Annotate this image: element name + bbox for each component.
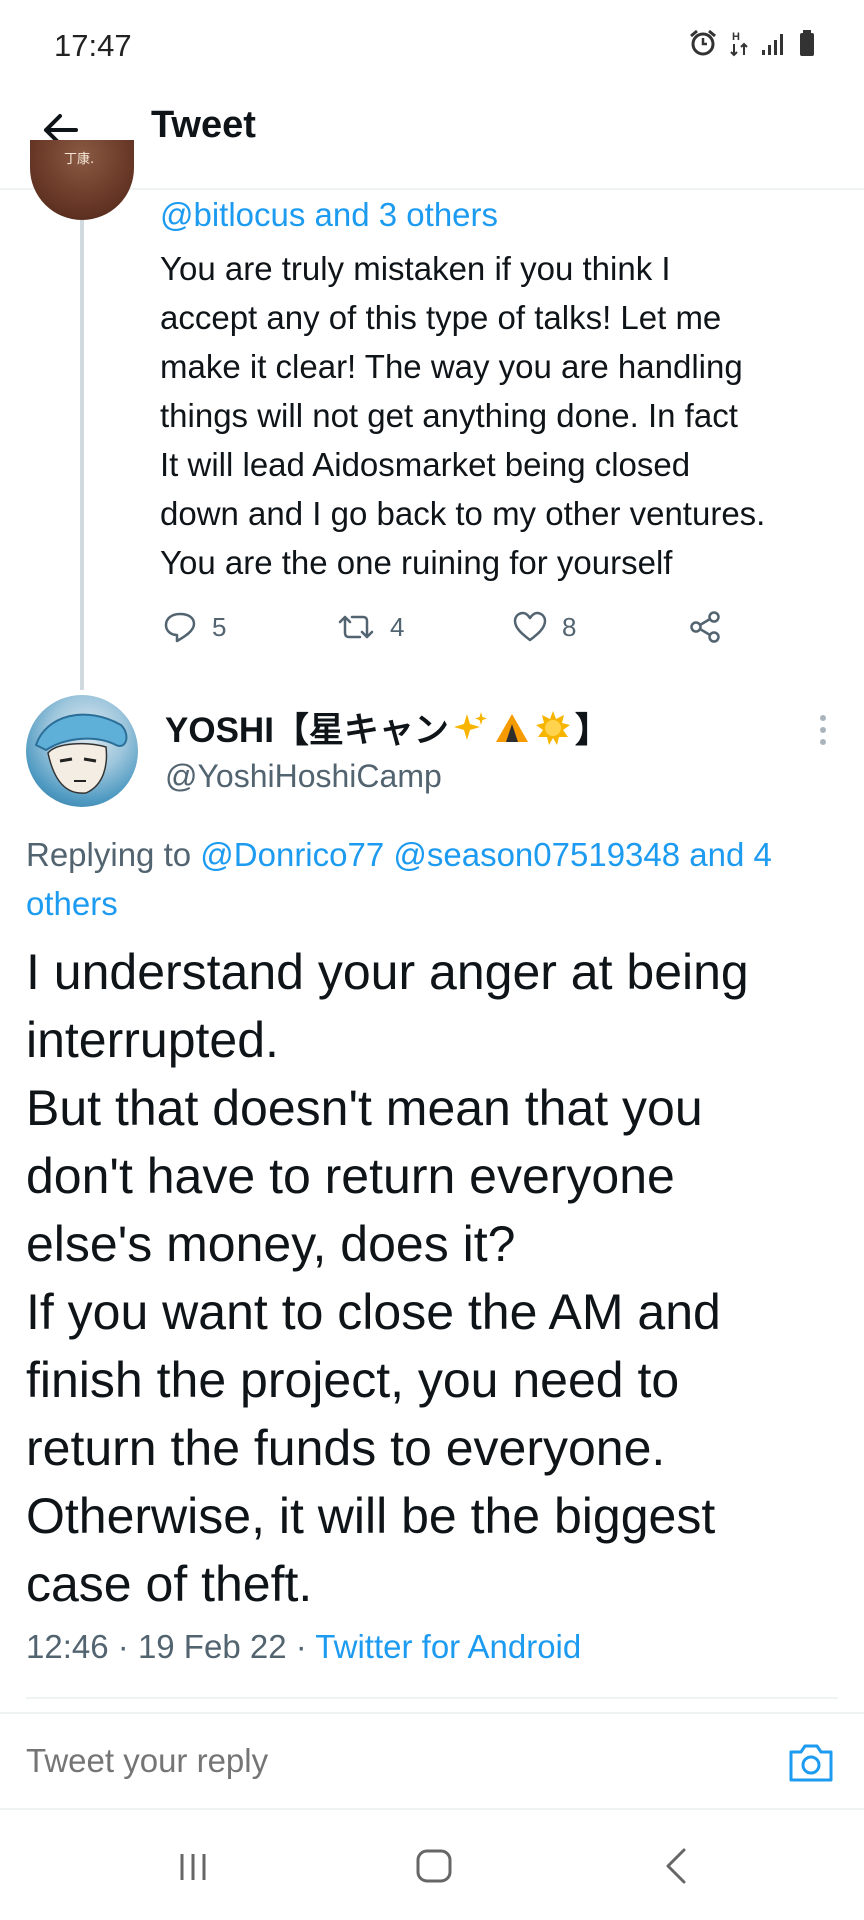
avatar-illustration bbox=[34, 713, 128, 794]
more-options-button[interactable] bbox=[808, 708, 838, 752]
svg-text:H: H bbox=[732, 31, 740, 43]
nav-back-button[interactable] bbox=[662, 1846, 690, 1886]
camera-icon bbox=[789, 1744, 833, 1782]
reply-button[interactable]: 5 bbox=[162, 605, 226, 649]
author-name-end: 】 bbox=[574, 711, 610, 750]
tweet-meta: 12:46 · 19 Feb 22 · Twitter for Android bbox=[26, 1628, 581, 1666]
meta-separator: · bbox=[117, 1628, 138, 1665]
reply-count: 5 bbox=[212, 611, 227, 642]
avatar-text: 丁康. bbox=[64, 152, 95, 167]
tweet-time: 12:46 bbox=[26, 1628, 109, 1665]
data-transfer-icon: H bbox=[730, 31, 748, 57]
signal-icon bbox=[762, 34, 783, 55]
meta-separator: · bbox=[295, 1628, 316, 1665]
tweet-reply-input[interactable] bbox=[26, 1742, 626, 1780]
tweet-date: 19 Feb 22 bbox=[137, 1628, 287, 1665]
replying-prefix: Replying to bbox=[26, 836, 192, 873]
retweet-button[interactable]: 4 bbox=[336, 605, 404, 649]
author-avatar[interactable] bbox=[26, 695, 138, 807]
camera-button[interactable] bbox=[786, 1740, 836, 1784]
home-icon bbox=[416, 1849, 452, 1883]
alarm-icon bbox=[690, 29, 716, 56]
status-time: 17:47 bbox=[54, 28, 132, 63]
share-button[interactable] bbox=[688, 605, 724, 649]
author-handle[interactable]: @YoshiHoshiCamp bbox=[165, 758, 442, 795]
retweet-icon bbox=[338, 615, 374, 639]
tweet-source[interactable]: Twitter for Android bbox=[315, 1628, 581, 1665]
thread-line bbox=[80, 220, 84, 690]
retweet-count: 4 bbox=[390, 611, 405, 642]
reply-icon bbox=[164, 612, 196, 643]
battery-icon bbox=[800, 30, 814, 56]
replying-to: Replying to @Donrico77 @season07519348 a… bbox=[26, 830, 846, 928]
prev-tweet-mentions[interactable]: @bitlocus and 3 others bbox=[160, 196, 498, 234]
sparkles-emoji bbox=[453, 711, 487, 740]
recents-icon bbox=[180, 1854, 206, 1880]
recents-button[interactable] bbox=[176, 1850, 210, 1884]
more-icon bbox=[820, 715, 826, 745]
prev-tweet-avatar[interactable]: 丁康. bbox=[30, 140, 134, 220]
tent-emoji bbox=[495, 713, 528, 742]
author-name-text: YOSHI【星キャン bbox=[165, 711, 449, 750]
like-icon bbox=[513, 611, 547, 642]
status-bar: 17:47 H bbox=[0, 0, 864, 100]
tweet-text: I understand your anger at being interru… bbox=[26, 944, 749, 1612]
prev-tweet-text: You are truly mistaken if you think I ac… bbox=[160, 250, 766, 581]
sun-emoji bbox=[535, 710, 570, 745]
page-title: Tweet bbox=[151, 104, 256, 146]
status-icons: H bbox=[688, 28, 816, 58]
nav-back-icon bbox=[666, 1848, 686, 1884]
divider bbox=[26, 1697, 838, 1699]
like-button[interactable]: 8 bbox=[512, 605, 576, 649]
author-name[interactable]: YOSHI【星キャン 】 bbox=[165, 702, 610, 753]
like-count: 8 bbox=[562, 611, 577, 642]
share-icon bbox=[690, 611, 720, 643]
home-button[interactable] bbox=[414, 1848, 454, 1884]
